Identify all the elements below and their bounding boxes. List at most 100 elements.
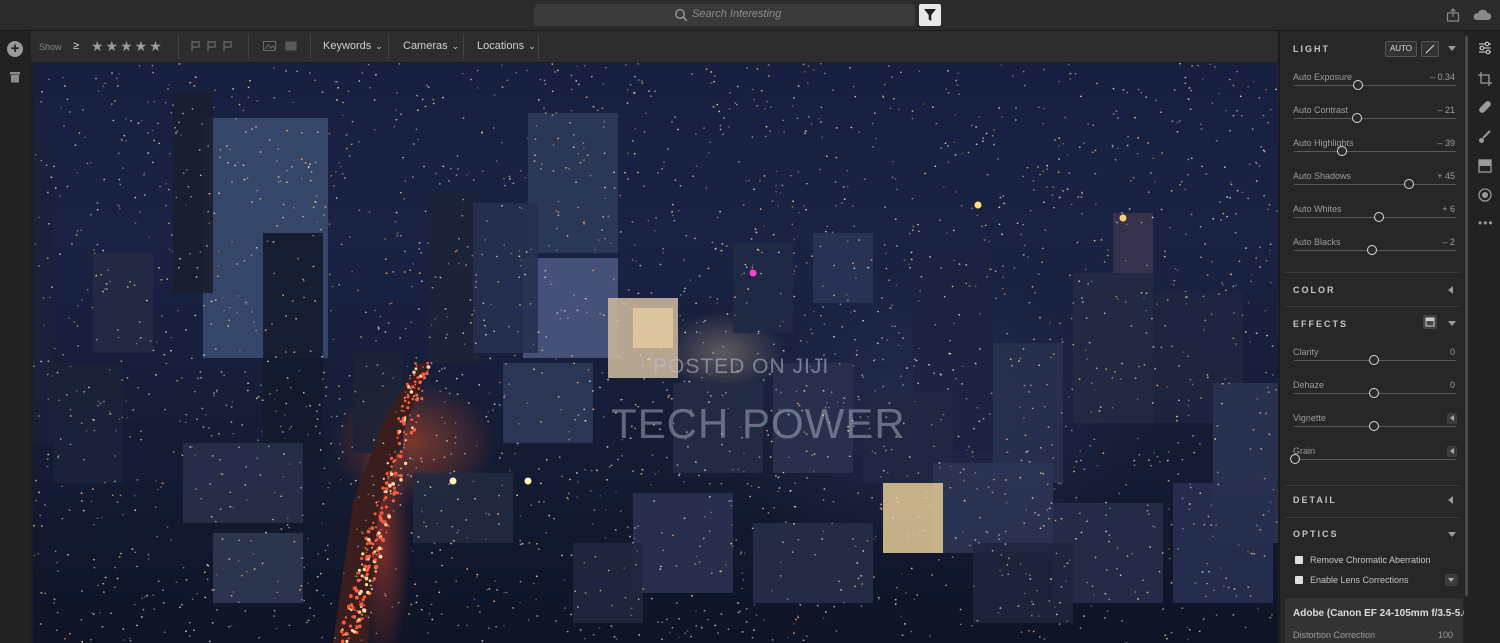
lens-corrections-expand-button[interactable] (1445, 574, 1458, 586)
filter-button[interactable] (919, 4, 941, 26)
effects-section-title[interactable]: EFFECTS (1293, 319, 1348, 329)
photo-type-icon[interactable] (263, 41, 276, 51)
slider-knob[interactable] (1403, 179, 1414, 189)
window-light (779, 192, 782, 194)
trash-icon[interactable] (9, 71, 21, 83)
collapse-light-icon[interactable] (1448, 46, 1456, 51)
curve-button[interactable] (1421, 41, 1439, 57)
slider-knob[interactable] (1373, 212, 1384, 222)
window-light (777, 490, 779, 493)
keywords-dropdown[interactable]: Keywords ⌄ (323, 40, 383, 52)
slider-value[interactable]: – 2 (1442, 237, 1455, 247)
expand-color-icon[interactable] (1448, 286, 1453, 294)
window-light (913, 598, 915, 600)
slider-value[interactable]: – 39 (1437, 138, 1455, 148)
expand-detail-icon[interactable] (1448, 496, 1453, 504)
window-light (641, 82, 644, 84)
enable-lens-corrections-checkbox[interactable] (1295, 576, 1303, 584)
traffic-light (413, 373, 416, 376)
window-light (1069, 78, 1071, 80)
optics-section-title[interactable]: OPTICS (1293, 529, 1339, 539)
slider-value[interactable]: + 6 (1442, 204, 1455, 214)
window-light (1011, 365, 1013, 367)
slider-knob[interactable] (1337, 146, 1348, 156)
effects-preset-button[interactable] (1423, 315, 1437, 329)
window-light (1051, 444, 1053, 446)
slider-knob[interactable] (1369, 355, 1379, 365)
window-light (1225, 289, 1227, 292)
window-light (993, 143, 995, 146)
more-options-icon[interactable]: ••• (1478, 216, 1494, 230)
window-light (468, 402, 470, 404)
detail-section-title[interactable]: DETAIL (1293, 495, 1337, 505)
slider-track[interactable] (1294, 459, 1456, 460)
window-light (1147, 191, 1150, 193)
add-photos-icon[interactable]: + (7, 41, 23, 57)
traffic-light (415, 421, 418, 424)
slider-track[interactable] (1294, 184, 1456, 185)
healing-brush-icon[interactable] (1478, 100, 1492, 114)
lens-profile-box[interactable]: Adobe (Canon EF 24-105mm f/3.5-5.6... Di… (1285, 598, 1477, 643)
collapse-effects-icon[interactable] (1448, 321, 1456, 326)
auto-button[interactable]: AUTO (1385, 41, 1417, 57)
slider-expand-button[interactable] (1447, 413, 1457, 424)
slider-knob[interactable] (1369, 421, 1379, 431)
star-rating-filter[interactable]: ★★★★★ (91, 38, 164, 55)
cloud-icon[interactable] (1472, 8, 1492, 22)
window-light (246, 177, 249, 179)
slider-knob[interactable] (1353, 80, 1364, 90)
linear-gradient-icon[interactable] (1478, 159, 1492, 173)
window-light (1075, 460, 1078, 463)
window-light (543, 501, 545, 503)
collapse-optics-icon[interactable] (1448, 532, 1456, 537)
light-section-title[interactable]: LIGHT (1293, 44, 1330, 54)
window-light (1066, 188, 1069, 190)
slider-knob[interactable] (1369, 388, 1379, 398)
remove-chromatic-aberration-checkbox[interactable] (1295, 556, 1303, 564)
search-field[interactable]: Search Interesting (534, 4, 915, 26)
slider-knob[interactable] (1290, 454, 1300, 464)
slider-value[interactable]: – 0.34 (1430, 72, 1455, 82)
window-light (548, 245, 550, 247)
window-light (1213, 589, 1215, 591)
scrollbar-thumb[interactable] (1465, 36, 1468, 596)
photo-preview[interactable]: POSTED ON JIJI TECH POWER (33, 63, 1278, 643)
locations-dropdown[interactable]: Locations ⌄ (477, 40, 536, 52)
window-light (809, 328, 812, 330)
window-light (1131, 553, 1134, 555)
window-light (778, 251, 780, 254)
flag-rejected-icon[interactable] (223, 41, 232, 51)
traffic-light (404, 396, 407, 399)
edit-sliders-icon[interactable] (1478, 41, 1492, 55)
window-light (709, 296, 712, 298)
window-light (342, 101, 344, 104)
radial-gradient-icon[interactable] (1478, 188, 1492, 202)
slider-track[interactable] (1294, 118, 1456, 119)
slider-value[interactable]: – 21 (1437, 105, 1455, 115)
slider-track[interactable] (1294, 85, 1456, 86)
slider-track[interactable] (1294, 151, 1456, 152)
flag-picked-icon[interactable] (191, 41, 200, 51)
slider-value[interactable]: + 45 (1437, 171, 1455, 181)
share-icon[interactable] (1446, 8, 1460, 22)
slider-value[interactable]: 0 (1450, 347, 1455, 357)
slider-knob[interactable] (1351, 113, 1362, 123)
window-light (118, 178, 121, 181)
crop-icon[interactable] (1478, 72, 1492, 86)
window-light (643, 131, 646, 133)
window-light (645, 112, 647, 114)
window-light (160, 486, 162, 488)
rating-operator[interactable]: ≥ (73, 40, 79, 52)
slider-value[interactable]: 0 (1450, 380, 1455, 390)
window-light (1275, 88, 1277, 91)
window-light (301, 177, 303, 180)
window-light (48, 78, 50, 81)
flag-unflagged-icon[interactable] (207, 41, 216, 51)
slider-knob[interactable] (1367, 245, 1378, 255)
cameras-dropdown[interactable]: Cameras ⌄ (403, 40, 459, 52)
brush-icon[interactable] (1478, 130, 1492, 144)
slider-expand-button[interactable] (1447, 446, 1457, 457)
color-section-title[interactable]: COLOR (1293, 285, 1336, 295)
window-light (1049, 322, 1051, 324)
video-type-icon[interactable] (285, 41, 297, 51)
